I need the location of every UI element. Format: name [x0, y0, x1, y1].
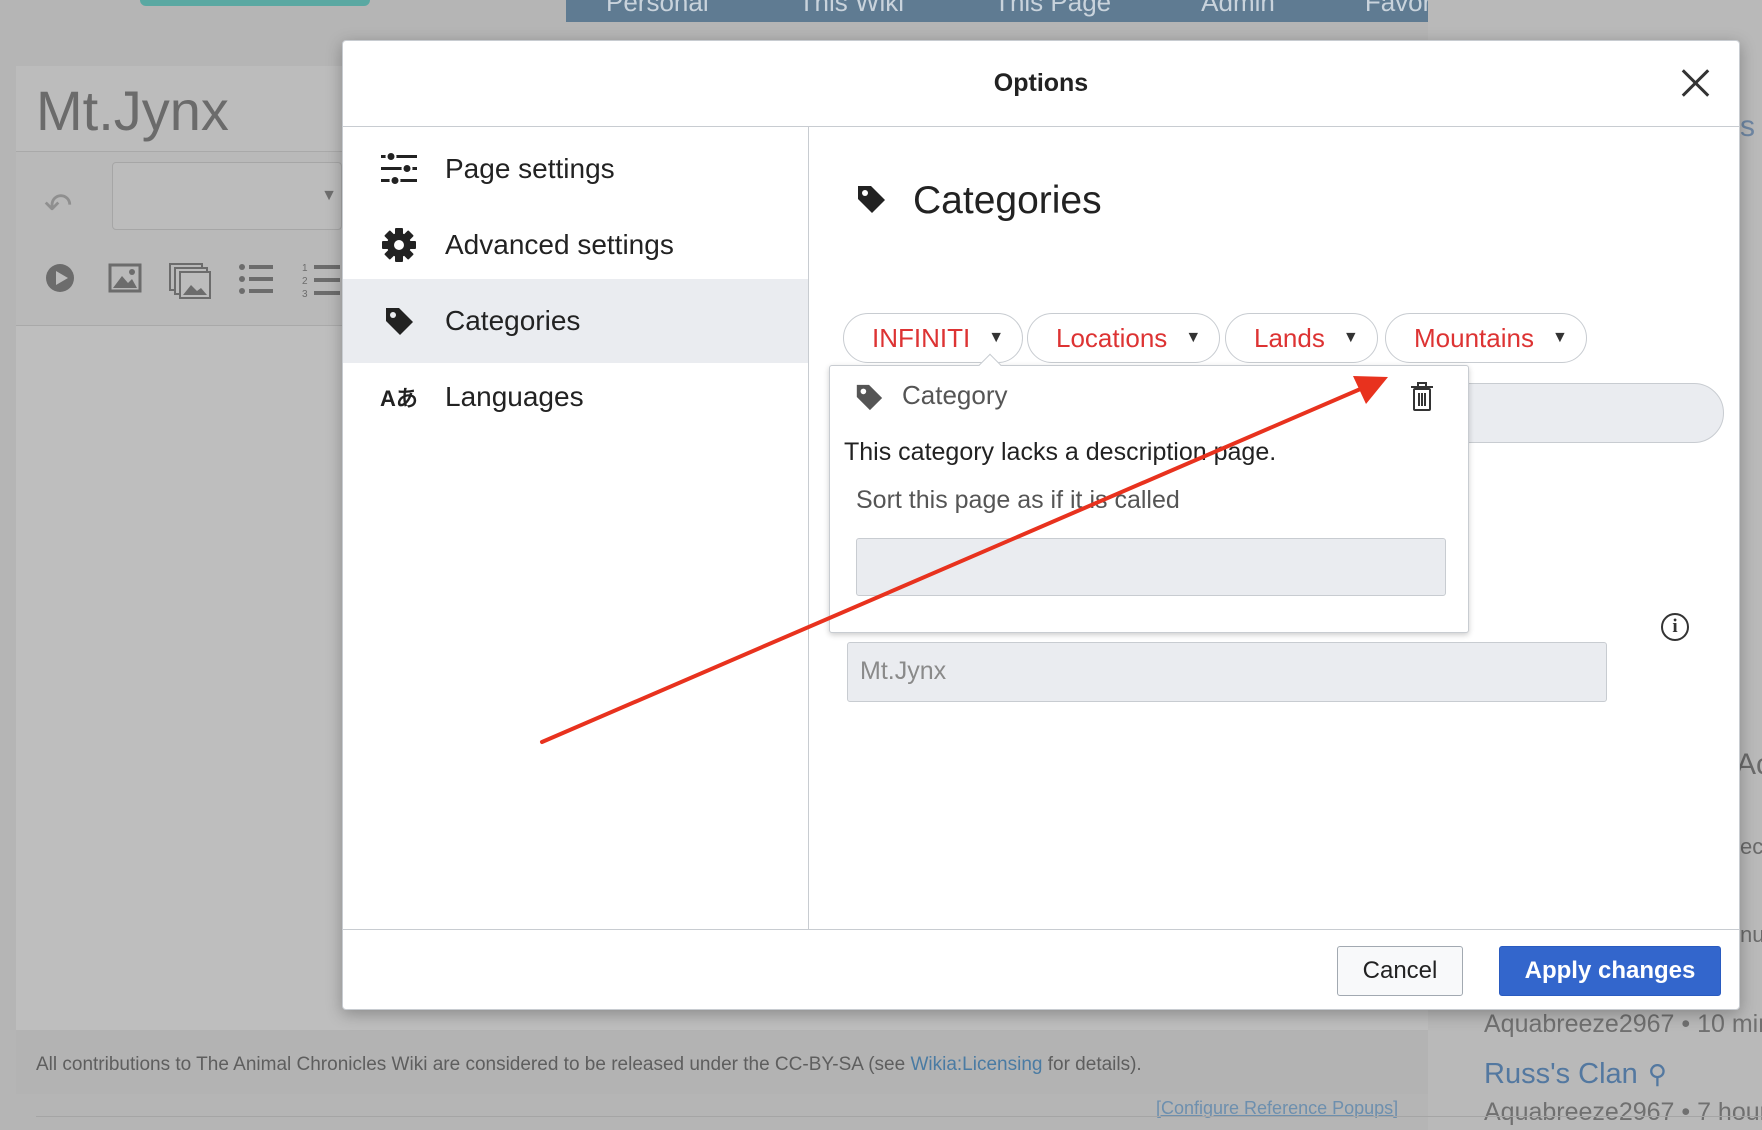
divider — [36, 1116, 1762, 1117]
wiki-logo — [140, 0, 370, 6]
category-chip-lands[interactable]: Lands ▼ — [1225, 313, 1378, 363]
default-sort-input[interactable]: Mt.Jynx — [847, 642, 1607, 702]
nav-page-settings[interactable]: Page settings — [343, 127, 808, 211]
search-icon: ⚲ — [1647, 1059, 1667, 1089]
category-chip-infiniti[interactable]: INFINITI ▼ — [843, 313, 1024, 363]
panel-title: Categories — [913, 179, 1102, 222]
nav-admin[interactable]: Admin — [1201, 0, 1275, 22]
chevron-down-icon[interactable]: ▼ — [988, 329, 1004, 347]
category-chip-label: INFINITI — [872, 322, 971, 353]
dialog-title: Options — [993, 69, 1089, 97]
nav-this-page[interactable]: This Page — [994, 0, 1111, 22]
svg-text:1: 1 — [302, 263, 308, 274]
activity-user-2: Aquabreeze2967 • 7 hours — [1484, 1098, 1762, 1126]
nav-advanced-settings[interactable]: Advanced settings — [343, 203, 808, 287]
svg-text:3: 3 — [302, 289, 308, 300]
page-title: Mt.Jynx — [36, 79, 229, 142]
nav-languages[interactable]: Aあ Languages — [343, 355, 808, 439]
popup-title: Category — [902, 380, 1008, 410]
category-chip-locations[interactable]: Locations ▼ — [1027, 313, 1221, 363]
dialog-header: Options — [343, 41, 1739, 127]
bullet-list-icon[interactable] — [238, 262, 274, 296]
nav-categories[interactable]: Categories — [343, 279, 808, 363]
category-chip-label: Lands — [1254, 322, 1325, 353]
licensing-link[interactable]: Wikia:Licensing — [910, 1054, 1042, 1075]
chevron-down-icon: ▼ — [321, 187, 337, 204]
gear-icon — [379, 225, 419, 265]
license-text-end: for details). — [1042, 1054, 1142, 1075]
sort-key-input[interactable] — [856, 538, 1446, 596]
paragraph-format-select[interactable]: ▼ — [112, 162, 342, 230]
close-icon[interactable] — [1675, 63, 1715, 103]
language-icon: Aあ — [380, 386, 418, 411]
category-chip-label: Mountains — [1414, 322, 1534, 353]
category-popup: Category This category lacks a descripti… — [829, 353, 1469, 633]
svg-text:2: 2 — [302, 276, 308, 287]
chevron-down-icon[interactable]: ▼ — [1552, 329, 1568, 347]
category-chip-mountains[interactable]: Mountains ▼ — [1385, 313, 1587, 363]
categories-panel: Categories INFINITI ▼ Locations ▼ Lands … — [809, 127, 1739, 929]
nav-label: Page settings — [445, 153, 615, 184]
sidebar-text-fragment: ec — [1740, 834, 1762, 859]
license-notice: All contributions to The Animal Chronicl… — [36, 1054, 1142, 1076]
sidebar-text-fragment-2: nu — [1740, 922, 1762, 947]
sidebar-heading-fragment: s — [1740, 110, 1755, 143]
options-nav: Page settings Advanced settings Categori… — [343, 127, 809, 929]
chevron-down-icon[interactable]: ▼ — [1185, 329, 1201, 347]
nav-label: Categories — [445, 305, 581, 336]
gallery-icon[interactable] — [168, 262, 211, 299]
info-icon[interactable]: i — [1661, 613, 1689, 641]
trash-icon[interactable] — [1410, 382, 1434, 412]
undo-icon[interactable]: ↶ — [44, 186, 73, 226]
category-description-notice: This category lacks a description page. — [844, 438, 1277, 466]
numbered-list-icon[interactable]: 1 2 3 — [302, 262, 342, 300]
chevron-down-icon[interactable]: ▼ — [1343, 329, 1359, 347]
sort-key-label: Sort this page as if it is called — [856, 486, 1180, 514]
tag-icon — [858, 186, 885, 213]
nav-label: Advanced settings — [445, 229, 674, 260]
activity-title[interactable]: Russ's Clan — [1484, 1058, 1638, 1090]
nav-this-wiki[interactable]: This Wiki — [799, 0, 904, 22]
tag-icon — [379, 301, 419, 341]
activity-user-1: Aquabreeze2967 • 10 min — [1484, 1010, 1762, 1038]
image-icon[interactable] — [108, 262, 144, 296]
dialog-footer: Cancel Apply changes — [343, 929, 1739, 1009]
media-play-icon[interactable] — [44, 262, 80, 296]
nav-label: Languages — [445, 381, 584, 412]
cancel-button[interactable]: Cancel — [1337, 946, 1463, 996]
activity-link-russ-clan[interactable]: Russ's Clan ⚲ — [1484, 1058, 1667, 1091]
apply-changes-button[interactable]: Apply changes — [1499, 946, 1721, 996]
category-chip-label: Locations — [1056, 322, 1168, 353]
tag-icon — [856, 384, 883, 411]
nav-personal[interactable]: Personal — [606, 0, 709, 22]
sliders-icon — [379, 149, 419, 189]
license-text: All contributions to The Animal Chronicl… — [36, 1054, 911, 1075]
options-dialog: Options Page settings Advanced settings … — [342, 40, 1740, 1010]
